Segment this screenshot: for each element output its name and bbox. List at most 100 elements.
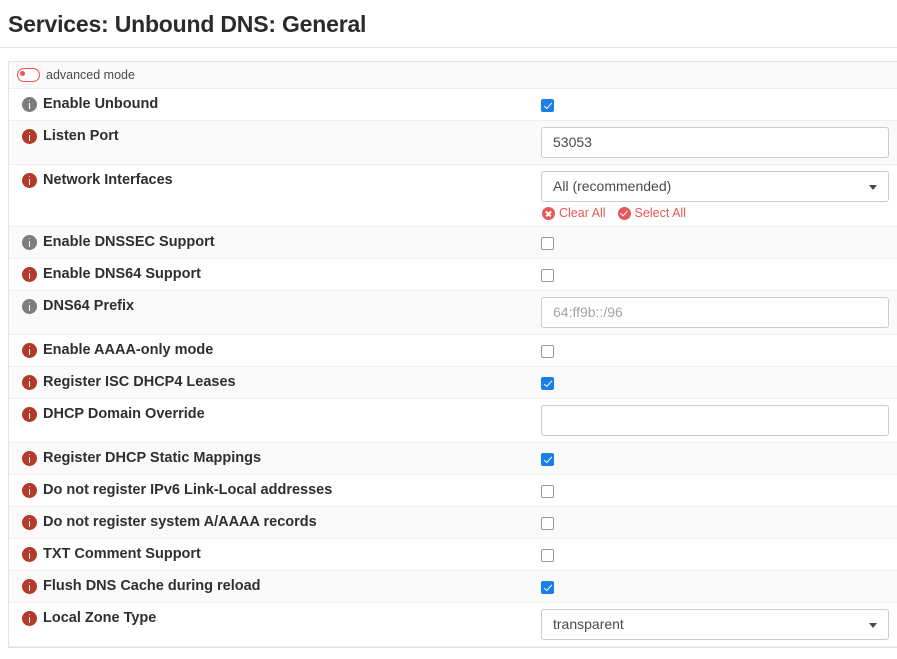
info-icon-red[interactable] [22, 483, 37, 498]
settings-row: Do not register system A/AAAA records [9, 507, 897, 539]
text-input[interactable]: 53053 [541, 127, 889, 158]
select-all-button[interactable]: Select All [617, 206, 686, 220]
advanced-mode-toggle[interactable] [17, 68, 40, 82]
row-control-cell: transparent [533, 603, 897, 646]
row-control-cell [533, 259, 897, 288]
advanced-mode-row[interactable]: advanced mode [9, 62, 897, 89]
settings-panel: advanced mode Enable Unbound Listen Port 5… [8, 61, 897, 648]
toggle-knob [19, 70, 26, 77]
row-label-cell: Network Interfaces [9, 165, 533, 196]
clear-all-button[interactable]: Clear All [542, 206, 606, 220]
checkbox[interactable] [541, 453, 554, 466]
chevron-down-icon [869, 184, 877, 190]
info-icon-red[interactable] [22, 407, 37, 422]
settings-row: Local Zone Type transparent [9, 603, 897, 647]
row-label-cell: Enable DNS64 Support [9, 259, 533, 290]
settings-row: DNS64 Prefix 64:ff9b::/96 [9, 291, 897, 335]
row-label-cell: DHCP Domain Override [9, 399, 533, 430]
settings-rows: Enable Unbound Listen Port 53053 Network In… [9, 89, 897, 647]
checkbox[interactable] [541, 345, 554, 358]
settings-row: Enable Unbound [9, 89, 897, 121]
row-label-cell: Register DHCP Static Mappings [9, 443, 533, 474]
text-input[interactable] [541, 405, 889, 436]
chevron-down-icon [869, 622, 877, 628]
info-icon-red[interactable] [22, 129, 37, 144]
settings-row: Flush DNS Cache during reload [9, 571, 897, 603]
page-title: Services: Unbound DNS: General [8, 11, 367, 37]
info-icon-red[interactable] [22, 611, 37, 626]
row-label-cell: Register ISC DHCP4 Leases [9, 367, 533, 398]
row-control-cell: All (recommended) Clear All Select All [533, 165, 897, 226]
row-label: Do not register system A/AAAA records [43, 514, 317, 530]
check-icon [617, 206, 631, 220]
info-icon-red[interactable] [22, 173, 37, 188]
info-icon-red[interactable] [22, 343, 37, 358]
row-label: TXT Comment Support [43, 546, 201, 562]
row-control-cell [533, 475, 897, 504]
checkbox[interactable] [541, 377, 554, 390]
row-label-cell: Listen Port [9, 121, 533, 152]
select-value: transparent [553, 616, 624, 632]
row-control-cell [533, 227, 897, 256]
info-icon-red[interactable] [22, 515, 37, 530]
row-label: Enable Unbound [43, 96, 159, 112]
row-label-cell: Enable AAAA-only mode [9, 335, 533, 366]
checkbox[interactable] [541, 485, 554, 498]
checkbox[interactable] [541, 269, 554, 282]
row-label: Enable DNS64 Support [43, 266, 201, 282]
row-label: Flush DNS Cache during reload [43, 578, 261, 594]
row-label: Listen Port [43, 128, 119, 144]
row-label: Enable AAAA-only mode [43, 342, 214, 358]
row-label-cell: Flush DNS Cache during reload [9, 571, 533, 602]
select-box[interactable]: transparent [541, 609, 889, 640]
row-label-cell: Do not register system A/AAAA records [9, 507, 533, 538]
info-icon-gray[interactable] [22, 235, 37, 250]
info-icon-red[interactable] [22, 267, 37, 282]
row-label: Local Zone Type [43, 610, 157, 626]
row-label-cell: Enable DNSSEC Support [9, 227, 533, 258]
info-icon-gray[interactable] [22, 299, 37, 314]
info-icon-red[interactable] [22, 547, 37, 562]
row-control-cell [533, 367, 897, 396]
text-input[interactable]: 64:ff9b::/96 [541, 297, 889, 328]
row-label-cell: DNS64 Prefix [9, 291, 533, 322]
settings-row: Register DHCP Static Mappings [9, 443, 897, 475]
row-label-cell: Enable Unbound [9, 89, 533, 120]
settings-row: DHCP Domain Override [9, 399, 897, 443]
row-control-cell [533, 399, 897, 442]
settings-row: Enable AAAA-only mode [9, 335, 897, 367]
header-divider [0, 47, 897, 48]
checkbox[interactable] [541, 99, 554, 112]
checkbox[interactable] [541, 517, 554, 530]
advanced-mode-label: advanced mode [46, 68, 135, 82]
row-label: Register DHCP Static Mappings [43, 450, 262, 466]
select-value: All (recommended) [553, 178, 672, 194]
settings-row: Do not register IPv6 Link-Local addresse… [9, 475, 897, 507]
select-box[interactable]: All (recommended) [541, 171, 889, 202]
settings-row: Enable DNSSEC Support [9, 227, 897, 259]
row-label-cell: TXT Comment Support [9, 539, 533, 570]
settings-row: Listen Port 53053 [9, 121, 897, 165]
info-icon-red[interactable] [22, 579, 37, 594]
info-icon-gray[interactable] [22, 97, 37, 112]
checkbox[interactable] [541, 549, 554, 562]
row-control-cell [533, 443, 897, 472]
row-control-cell [533, 571, 897, 600]
row-label: Do not register IPv6 Link-Local addresse… [43, 482, 333, 498]
info-icon-red[interactable] [22, 375, 37, 390]
checkbox[interactable] [541, 237, 554, 250]
row-label: Network Interfaces [43, 172, 173, 188]
info-icon-red[interactable] [22, 451, 37, 466]
row-control-cell: 64:ff9b::/96 [533, 291, 897, 334]
row-control-cell [533, 539, 897, 568]
checkbox[interactable] [541, 581, 554, 594]
select-all-label: Select All [634, 206, 686, 220]
row-control-cell [533, 507, 897, 536]
settings-row: Enable DNS64 Support [9, 259, 897, 291]
settings-row: TXT Comment Support [9, 539, 897, 571]
row-control-cell [533, 335, 897, 364]
row-label: Enable DNSSEC Support [43, 234, 215, 250]
row-control-cell [533, 89, 897, 118]
interface-actions: Clear All Select All [542, 206, 698, 220]
settings-row: Register ISC DHCP4 Leases [9, 367, 897, 399]
